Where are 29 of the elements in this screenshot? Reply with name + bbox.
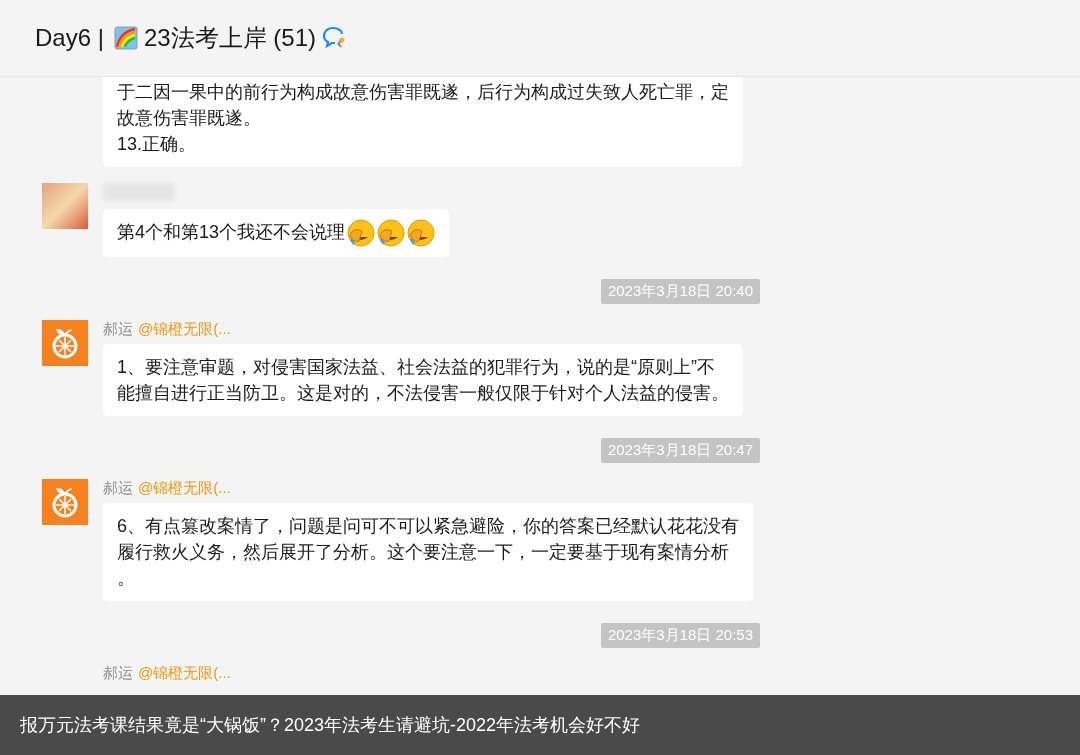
message-text: 履行救火义务，然后展开了分析。这个要注意一下，一定要基于现有案情分析 xyxy=(117,541,730,565)
caption-text: 报万元法考课结果竟是“大锅饭”？2023年法考生请避坑-2022年法考机会好不好 xyxy=(20,714,641,737)
sender-name: 郝运 xyxy=(103,320,133,340)
message-text: 于二因一果中的前行为构成故意伤害罪既遂，后行为构成过失致人死亡罪，定 xyxy=(117,81,729,104)
facepalm-emoji-icon xyxy=(407,219,436,248)
facepalm-emoji-icon xyxy=(377,219,406,248)
chat-bubble-icon xyxy=(322,26,348,50)
group-name: 23法考上岸 (51) xyxy=(143,23,316,53)
timestamp: 2023年3月18日 20:40 xyxy=(600,279,760,305)
sender-group-nickname: @锦橙无限(... xyxy=(138,320,231,340)
fruit-slice-avatar-icon[interactable] xyxy=(42,479,88,526)
sender-name: 郝运 xyxy=(103,479,133,499)
message-text: 能擅自进行正当防卫。这是对的，不法侵害一般仅限于针对个人法益的侵害。 xyxy=(117,382,729,406)
message-text: 第4个和第13个我还不会说理 xyxy=(117,219,436,248)
rainbow-icon xyxy=(113,26,138,50)
message-text: 1、要注意审题，对侵害国家法益、社会法益的犯罪行为，说的是“原则上”不 xyxy=(117,356,716,380)
timestamp: 2023年3月18日 20:53 xyxy=(600,623,760,649)
timestamp: 2023年3月18日 20:47 xyxy=(600,438,760,464)
message-text: 6、有点篡改案情了，问题是问可不可以紧急避险，你的答案已经默认花花没有 xyxy=(117,515,739,539)
avatar-photo-placeholder[interactable] xyxy=(42,183,88,229)
fruit-slice-avatar-icon[interactable] xyxy=(42,320,88,367)
chat-title-prefix: Day6 | xyxy=(35,24,104,52)
message-text: 。 xyxy=(117,567,136,591)
message-text: 故意伤害罪既遂。 xyxy=(117,107,262,130)
facepalm-emoji-icon xyxy=(347,219,376,248)
sender-name: 郝运 xyxy=(103,664,133,684)
sender-group-nickname: @锦橙无限(... xyxy=(138,664,231,684)
message-text: 13.正确。 xyxy=(117,133,198,156)
sender-group-nickname: @锦橙无限(... xyxy=(138,479,231,499)
